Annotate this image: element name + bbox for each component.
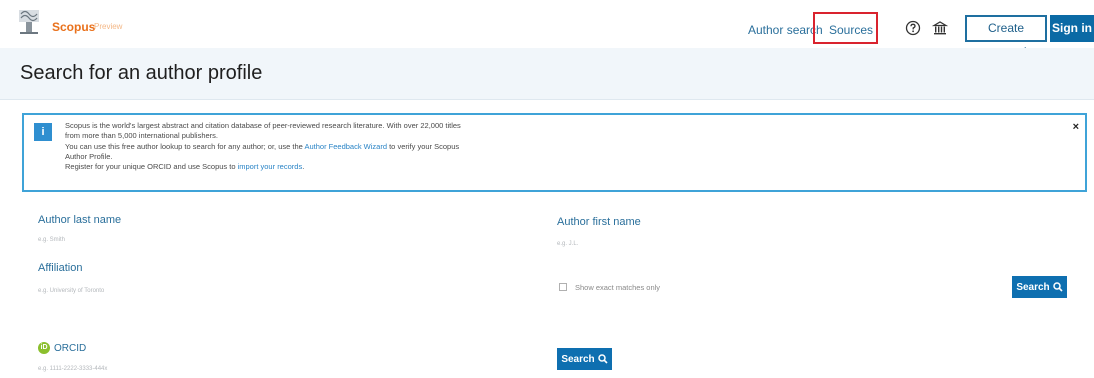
banner-line: from more than 5,000 international publi… [65, 131, 219, 141]
nav-sources[interactable]: Sources [813, 12, 878, 44]
banner-line: You can use this free author lookup to s… [65, 142, 605, 152]
top-navigation: Scopus Preview Author search Sources Cre… [0, 0, 1094, 58]
banner-text-fragment: . [302, 162, 305, 172]
search-button-label: Search [1016, 281, 1050, 293]
author-first-name-input[interactable]: e.g. J.L. [557, 241, 578, 247]
exact-matches-label: Show exact matches only [575, 282, 661, 292]
page-header: Search for an author profile [0, 48, 1094, 100]
search-icon [1052, 282, 1063, 292]
orcid-search-button[interactable]: Search [557, 348, 612, 370]
banner-line: Author Profile. [65, 151, 113, 161]
exact-matches-option[interactable]: Show exact matches only [559, 281, 660, 293]
import-records-link[interactable]: import your records [238, 162, 303, 171]
affiliation-label: Affiliation [38, 262, 83, 274]
banner-text-fragment: You can use this free author lookup to s… [65, 141, 305, 151]
scopus-logo[interactable]: Scopus [52, 20, 95, 34]
banner-line: Scopus is the world's largest abstract a… [65, 121, 461, 130]
page-title: Search for an author profile [20, 62, 263, 84]
banner-text-fragment: to verify your Scopus [387, 141, 460, 151]
nav-author-search[interactable]: Author search [748, 23, 823, 37]
author-first-name-label: Author first name [557, 216, 641, 228]
orcid-label-row: iD ORCID [38, 342, 86, 354]
banner-text: Scopus is the world's largest abstract a… [65, 121, 605, 172]
search-icon [597, 354, 608, 364]
scopus-logo-subtitle: Preview [94, 22, 123, 31]
banner-text-fragment: Register for your unique ORCID and use S… [65, 162, 238, 172]
exact-matches-checkbox[interactable] [559, 283, 567, 291]
info-icon: i [34, 123, 52, 141]
search-button-label: Search [561, 353, 595, 365]
author-feedback-wizard-link[interactable]: Author Feedback Wizard [304, 142, 387, 151]
author-search-button[interactable]: Search [1012, 276, 1067, 298]
author-last-name-label: Author last name [38, 214, 122, 226]
orcid-icon: iD [38, 342, 50, 354]
institution-icon[interactable] [931, 20, 949, 36]
nav-sources-label: Sources [829, 23, 874, 37]
create-account-button[interactable]: Create account [965, 15, 1047, 58]
help-icon[interactable] [905, 20, 921, 36]
info-banner: i Scopus is the world's largest abstract… [22, 113, 1087, 192]
orcid-label: ORCID [54, 342, 87, 354]
sign-in-button[interactable]: Sign in [1050, 15, 1094, 42]
orcid-input[interactable]: e.g. 1111-2222-3333-444x [38, 366, 107, 372]
close-icon[interactable]: × [1073, 121, 1079, 133]
banner-line: Register for your unique ORCID and use S… [65, 162, 605, 172]
elsevier-logo-icon[interactable] [17, 8, 41, 36]
author-last-name-input[interactable]: e.g. Smith [38, 237, 65, 243]
affiliation-input[interactable]: e.g. University of Toronto [38, 288, 104, 294]
